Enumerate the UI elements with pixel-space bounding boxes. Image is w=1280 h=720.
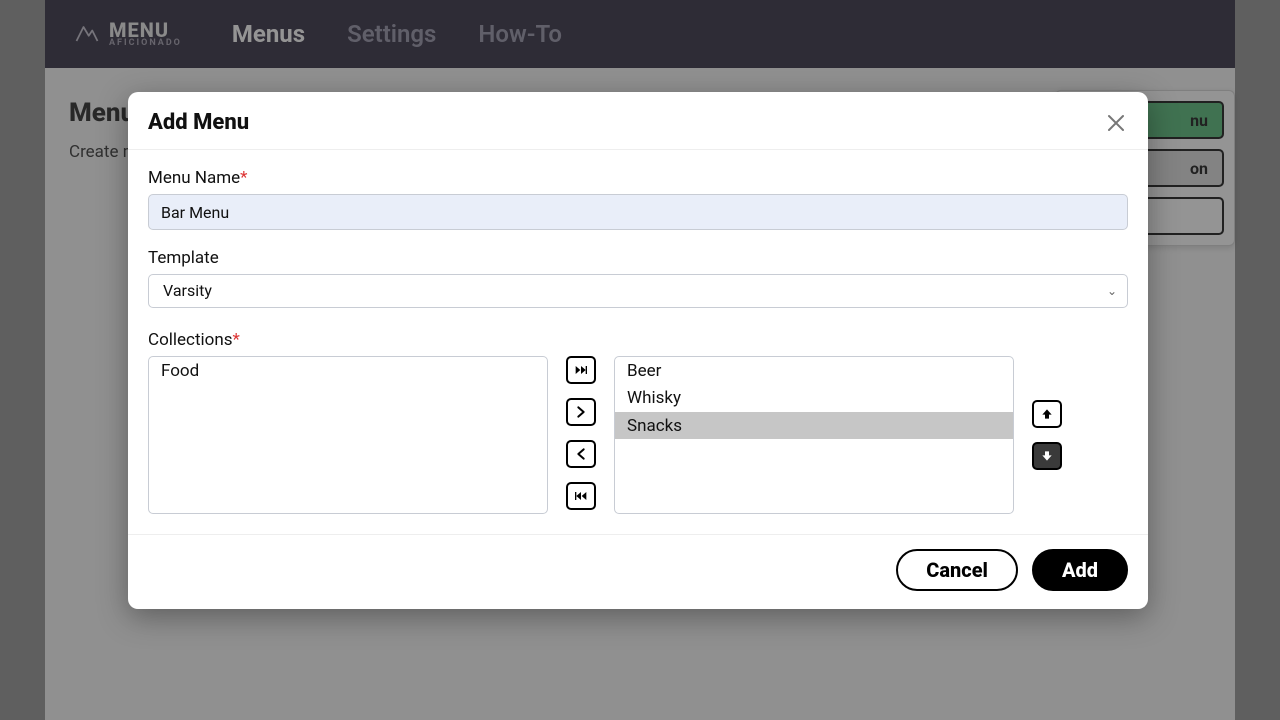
available-collections-list[interactable]: Food — [148, 356, 548, 514]
move-up-button[interactable] — [1032, 400, 1062, 428]
arrow-down-icon — [1039, 448, 1055, 464]
modal-title: Add Menu — [148, 110, 249, 135]
chevron-right-icon — [573, 404, 589, 420]
menu-name-label: Menu Name* — [148, 168, 1128, 188]
move-down-button[interactable] — [1032, 442, 1062, 470]
add-menu-modal: Add Menu Menu Name* Template Varsity ⌄ C… — [128, 92, 1148, 609]
menu-name-input[interactable] — [148, 194, 1128, 230]
chevron-left-icon — [573, 446, 589, 462]
list-item[interactable]: Beer — [615, 357, 1013, 384]
collections-label: Collections* — [148, 330, 1128, 350]
chevron-down-icon: ⌄ — [1107, 284, 1117, 298]
arrow-up-icon — [1039, 406, 1055, 422]
move-right-button[interactable] — [566, 398, 596, 426]
move-all-right-button[interactable] — [566, 356, 596, 384]
cancel-button[interactable]: Cancel — [896, 549, 1018, 591]
list-item[interactable]: Food — [149, 357, 547, 384]
rewind-icon — [573, 488, 589, 504]
template-selected-value: Varsity — [149, 275, 1127, 307]
list-item[interactable]: Whisky — [615, 384, 1013, 411]
template-label: Template — [148, 248, 1128, 268]
close-button[interactable] — [1104, 111, 1128, 135]
add-button[interactable]: Add — [1032, 549, 1128, 591]
fast-forward-icon — [573, 362, 589, 378]
selected-collections-list[interactable]: Beer Whisky Snacks — [614, 356, 1014, 514]
move-all-left-button[interactable] — [566, 482, 596, 510]
template-select[interactable]: Varsity ⌄ — [148, 274, 1128, 308]
move-left-button[interactable] — [566, 440, 596, 468]
list-item[interactable]: Snacks — [615, 412, 1013, 439]
close-icon — [1104, 111, 1128, 135]
